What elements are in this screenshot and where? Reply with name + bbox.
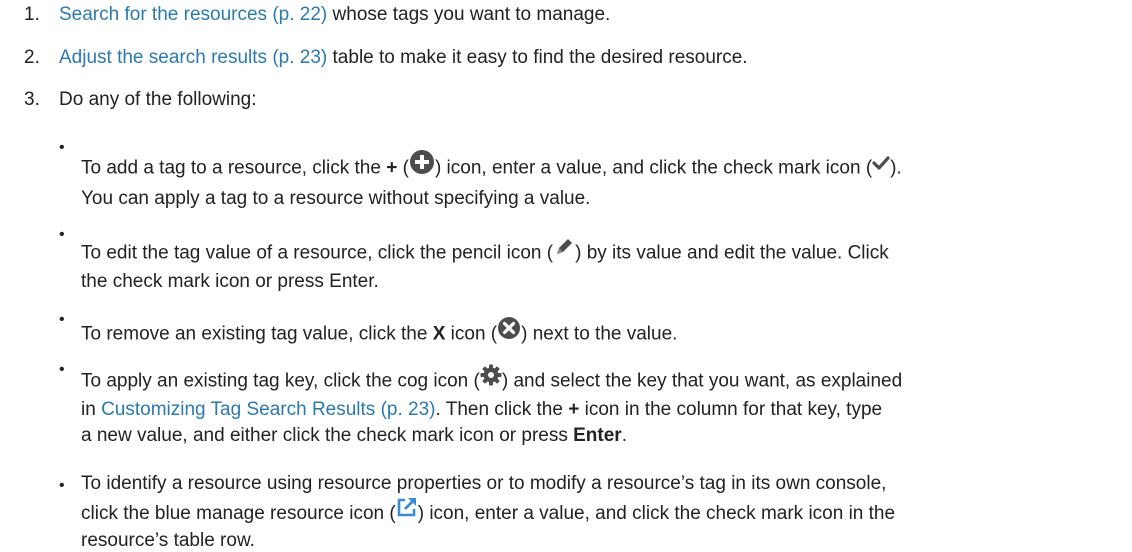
step-text: table to make it easy to find the desire…: [327, 47, 748, 68]
adjust-search-results-link[interactable]: Adjust the search results (p. 23): [59, 47, 327, 68]
step-number: 3.: [24, 89, 40, 110]
bullet-dot: •: [59, 226, 65, 243]
customizing-tag-search-results-link[interactable]: Customizing Tag Search Results (p. 23): [101, 399, 435, 420]
bullet-dot: •: [59, 477, 65, 494]
step-number: 2.: [24, 47, 40, 68]
documentation-page: 1. Search for the resources (p. 22) whos…: [24, 4, 903, 551]
bullet-dot: •: [59, 361, 65, 378]
step-number: 1.: [24, 4, 40, 25]
check-mark-icon: [872, 153, 890, 180]
step-text: whose tags you want to manage.: [327, 4, 611, 25]
search-resources-link[interactable]: Search for the resources (p. 22): [59, 4, 327, 25]
step-text: Do any of the following:: [59, 89, 257, 110]
manage-resource-icon: [396, 496, 418, 528]
cog-icon: [480, 364, 502, 395]
plus-circle-icon: [409, 149, 435, 184]
bullet-dot: •: [59, 311, 65, 328]
pencil-icon: [553, 236, 575, 267]
x-circle-icon: [497, 316, 521, 349]
bullet-dot: •: [59, 139, 65, 156]
